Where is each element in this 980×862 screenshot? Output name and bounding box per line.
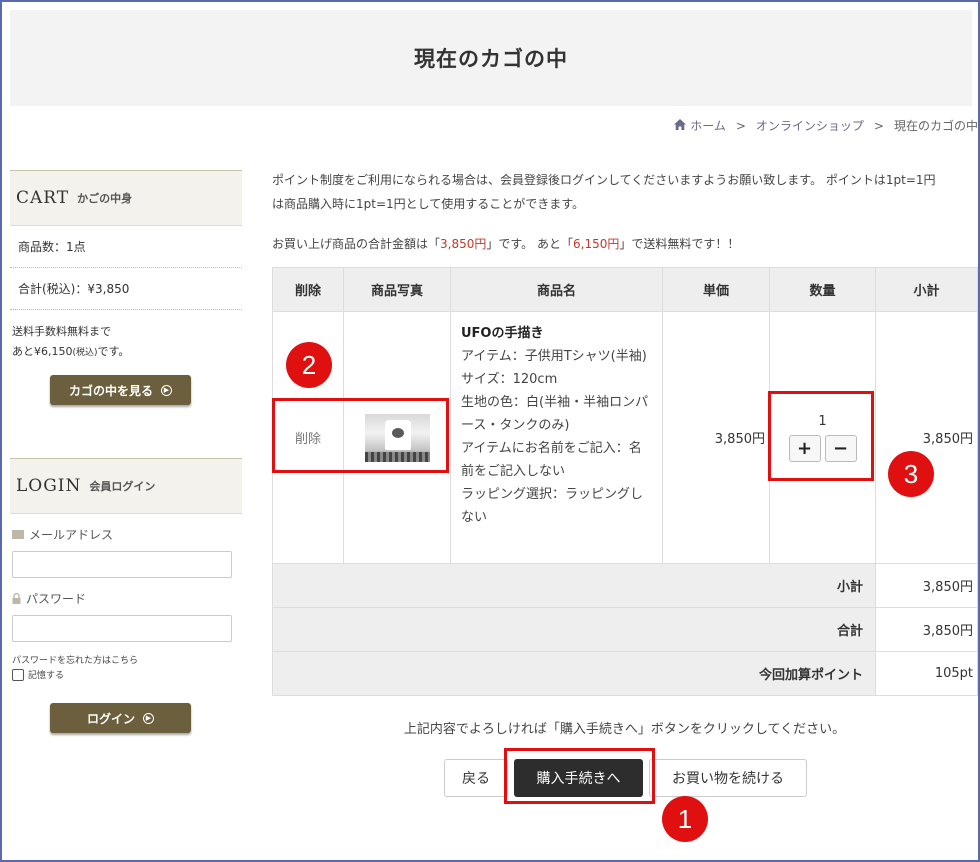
summary-row-subtotal: 小計 3,850円 <box>272 563 978 608</box>
annotation-number-2: 2 <box>286 342 332 388</box>
header-quantity: 数量 <box>769 267 876 312</box>
screenshot-frame: 現在のカゴの中 ホーム > オンラインショップ > 現在のカゴの中 CART か… <box>0 0 980 862</box>
breadcrumb-separator: > <box>873 118 884 133</box>
product-attr: アイテム：子供用Tシャツ(半袖) <box>461 349 647 364</box>
login-widget-title-jp: 会員ログイン <box>89 480 156 493</box>
checkout-instruction: 上記内容でよろしければ「購入手続きへ」ボタンをクリックしてください。 <box>403 722 846 737</box>
cart-item-count: 商品数：1点 <box>10 226 242 268</box>
free-shipping-suffix: です。 <box>97 345 130 358</box>
subtotal-cell: 3,850円 <box>875 311 978 564</box>
email-field[interactable] <box>12 551 232 578</box>
breadcrumb-home-label: ホーム <box>690 119 726 133</box>
continue-shopping-button[interactable]: お買い物を続ける <box>649 759 807 797</box>
cart-widget: CART かごの中身 商品数：1点 合計(税込)：¥3,850 送料手数料無料ま… <box>10 170 242 405</box>
login-button[interactable]: ログイン ▶ <box>50 703 191 733</box>
annotation-number-1: 1 <box>662 796 708 842</box>
product-attr: 生地の色：白(半袖・半袖ロンパース・タンクのみ) <box>461 395 649 433</box>
free-shipping-line2: あと¥6,150(税込)です。 <box>12 342 240 363</box>
mail-icon <box>12 530 24 539</box>
unit-price-cell: 3,850円 <box>662 311 770 564</box>
page-header: 現在のカゴの中 <box>10 10 972 106</box>
breadcrumb-current: 現在のカゴの中 <box>893 119 978 133</box>
summary-row-total: 合計 3,850円 <box>272 607 978 652</box>
header-delete: 削除 <box>272 267 344 312</box>
table-header-row: 削除 商品写真 商品名 単価 数量 小計 <box>272 267 978 312</box>
header-photo: 商品写真 <box>343 267 451 312</box>
summary-row-points: 今回加算ポイント 105pt <box>272 651 978 696</box>
home-icon <box>674 119 687 130</box>
product-attr: アイテムにお名前をご記入：名前をご記入しない <box>461 441 642 479</box>
shipping-notice: お買い上げ商品の合計金額は「3,850円」です。 あと「6,150円」で送料無料… <box>272 232 739 256</box>
password-field[interactable] <box>12 615 232 642</box>
product-attr: ラッピング選択：ラッピングしない <box>461 487 644 525</box>
forgot-password-link[interactable]: パスワードを忘れた方はこちら <box>10 653 242 666</box>
arrow-right-circle-icon: ▶ <box>161 384 172 396</box>
remember-me[interactable]: 記憶する <box>10 668 242 681</box>
password-label-text: パスワード <box>26 592 87 606</box>
header-product-name: 商品名 <box>450 267 663 312</box>
points-notice: ポイント制度をご利用になられる場合は、会員登録後ログインしてくださいますようお願… <box>272 168 977 216</box>
summary-label: 小計 <box>272 563 876 608</box>
free-shipping-note: 送料手数料無料まで あと¥6,150(税込)です。 <box>10 310 242 363</box>
breadcrumb-shop[interactable]: オンラインショップ <box>756 117 864 134</box>
product-name[interactable]: UFOの手描き <box>461 326 544 341</box>
summary-value: 105pt <box>875 651 978 696</box>
remember-me-checkbox[interactable] <box>12 668 24 681</box>
annotation-box-1 <box>504 748 655 804</box>
email-label: メールアドレス <box>10 526 242 543</box>
product-name-cell: UFOの手描き アイテム：子供用Tシャツ(半袖) サイズ：120cm 生地の色：… <box>450 311 663 564</box>
breadcrumb: ホーム > オンラインショップ > 現在のカゴの中 <box>674 117 978 134</box>
summary-label: 合計 <box>272 607 876 652</box>
shipping-notice-mid: 」です。 あと「 <box>486 237 573 251</box>
summary-value: 3,850円 <box>875 563 978 608</box>
annotation-box-3 <box>768 391 874 481</box>
points-notice-line2: は商品購入時に1pt=1円として使用することができます。 <box>272 197 585 211</box>
login-button-label: ログイン <box>86 711 135 726</box>
shipping-notice-prefix: お買い上げ商品の合計金額は「 <box>272 237 441 251</box>
annotation-number-3: 3 <box>888 451 934 497</box>
cart-total-amount: 3,850円 <box>440 237 487 251</box>
arrow-right-circle-icon: ▶ <box>143 712 154 724</box>
points-notice-line1: ポイント制度をご利用になられる場合は、会員登録後ログインしてくださいますようお願… <box>272 173 936 187</box>
remaining-for-free-shipping: 6,150円 <box>573 237 620 251</box>
free-shipping-remaining: あと¥6,150 <box>12 345 73 358</box>
cart-widget-title-en: CART <box>16 188 70 208</box>
cart-widget-header: CART かごの中身 <box>10 170 242 226</box>
free-shipping-line1: 送料手数料無料まで <box>12 325 111 338</box>
view-cart-button-label: カゴの中を見る <box>68 383 153 398</box>
cart-widget-title-jp: かごの中身 <box>77 192 133 205</box>
back-button[interactable]: 戻る <box>444 759 508 797</box>
breadcrumb-home[interactable]: ホーム <box>674 117 726 134</box>
page-title: 現在のカゴの中 <box>414 47 568 71</box>
login-widget: LOGIN 会員ログイン メールアドレス パスワード パスワードを忘れた方はこち… <box>10 458 242 733</box>
summary-label: 今回加算ポイント <box>272 651 876 696</box>
summary-value: 3,850円 <box>875 607 978 652</box>
remember-me-label: 記憶する <box>28 671 65 681</box>
login-widget-header: LOGIN 会員ログイン <box>10 458 242 514</box>
annotation-box-2 <box>272 398 449 473</box>
tax-included-note: (税込) <box>72 348 98 358</box>
view-cart-button[interactable]: カゴの中を見る ▶ <box>50 375 191 405</box>
shipping-notice-suffix: 」で送料無料です！！ <box>619 237 740 251</box>
login-widget-title-en: LOGIN <box>16 476 82 496</box>
lock-icon <box>12 593 21 604</box>
cart-table: 削除 商品写真 商品名 単価 数量 小計 削除 UFOの手描き アイテム：子供用… <box>272 267 978 696</box>
password-label: パスワード <box>10 590 242 607</box>
email-label-text: メールアドレス <box>29 528 114 542</box>
header-unit-price: 単価 <box>662 267 770 312</box>
breadcrumb-separator: > <box>735 118 746 133</box>
product-attr: サイズ：120cm <box>461 372 558 387</box>
header-subtotal: 小計 <box>875 267 978 312</box>
cart-total: 合計(税込)：¥3,850 <box>10 268 242 310</box>
